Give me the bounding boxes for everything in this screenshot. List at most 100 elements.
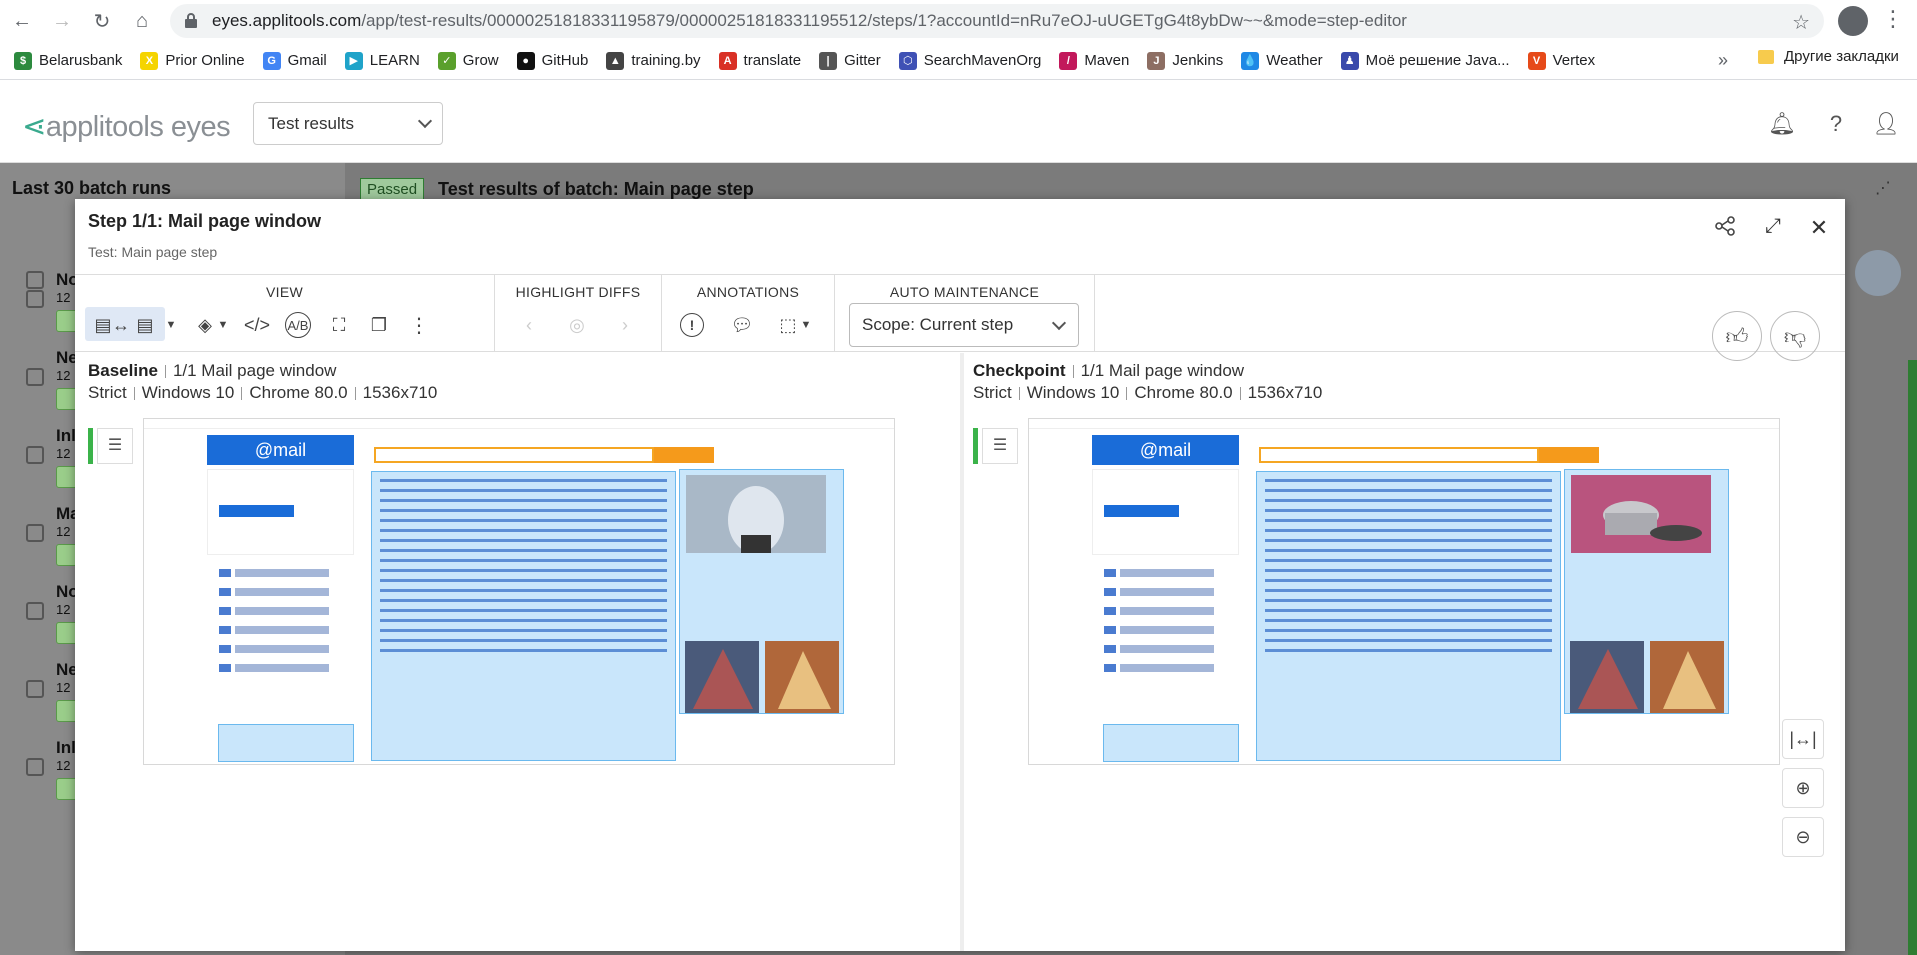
- bookmark-item[interactable]: ⬡ SearchMavenOrg: [898, 51, 1042, 70]
- bookmark-item[interactable]: ✓ Grow: [437, 51, 499, 70]
- mail-logo: @mail: [207, 435, 354, 465]
- more-icon[interactable]: ⋮: [405, 311, 433, 339]
- save-icon[interactable]: [1855, 250, 1901, 296]
- url-path: /app/test-results/00000251818331195879/0…: [361, 11, 1407, 30]
- chevron-down-icon: [1051, 315, 1067, 331]
- bookmark-item[interactable]: ▲ training.by: [606, 51, 701, 70]
- baseline-step-name: 1/1 Mail page window: [172, 361, 337, 380]
- bookmark-label: Gmail: [287, 52, 327, 69]
- baseline-label: Baseline: [88, 361, 158, 380]
- bookmark-item[interactable]: ♟ Моё решение Java...: [1340, 51, 1510, 70]
- browser-menu-icon[interactable]: ⋮: [1882, 6, 1904, 32]
- menu-icon[interactable]: ☰: [97, 428, 133, 464]
- batch-row-date: 12: [56, 290, 71, 305]
- share-icon[interactable]: [1711, 215, 1739, 243]
- bookmark-favicon-icon: J: [1147, 51, 1166, 70]
- match-status-bar: [973, 428, 978, 464]
- ab-compare-icon[interactable]: A/B: [285, 312, 311, 338]
- address-bar[interactable]: eyes.applitools.com/app/test-results/000…: [170, 4, 1824, 38]
- chevron-down-icon: [417, 113, 433, 129]
- next-diff-icon[interactable]: ›: [611, 311, 639, 339]
- crop-icon[interactable]: ⛶: [325, 311, 353, 339]
- batch-row-name[interactable]: Inl: [56, 738, 76, 758]
- region-select-icon[interactable]: ❐: [365, 311, 393, 339]
- batch-row-checkbox[interactable]: [26, 758, 44, 776]
- bookmark-item[interactable]: / Maven: [1059, 51, 1130, 70]
- app-header: ⋖applitools eyes Test results 🔔︎ ? 👤︎: [0, 81, 1917, 163]
- help-icon[interactable]: ?: [1822, 111, 1850, 139]
- batch-row-date: 12: [56, 758, 71, 773]
- applitools-logo[interactable]: ⋖applitools eyes: [22, 109, 231, 144]
- batch-row-checkbox[interactable]: [26, 680, 44, 698]
- logo-mark-icon: ⋖: [22, 111, 46, 143]
- bookmark-item[interactable]: ▶ LEARN: [344, 51, 420, 70]
- batch-row-date: 12: [56, 680, 71, 695]
- dialog-title: Step 1/1: Mail page window: [88, 211, 322, 231]
- bookmark-label: Maven: [1084, 52, 1130, 69]
- scope-select[interactable]: Scope: Current step: [849, 303, 1079, 347]
- batch-row-checkbox[interactable]: [26, 602, 44, 620]
- batch-row-checkbox[interactable]: [26, 524, 44, 542]
- batch-row-date: 12: [56, 446, 71, 461]
- view-dropdown-icon[interactable]: ▼: [163, 311, 179, 339]
- batch-row-checkbox[interactable]: [26, 446, 44, 464]
- bookmark-item[interactable]: V Vertex: [1527, 51, 1595, 70]
- bookmark-label: Belarusbank: [39, 52, 123, 69]
- bookmark-item[interactable]: X Prior Online: [140, 51, 245, 70]
- fit-width-icon[interactable]: |↔|: [1782, 719, 1824, 759]
- baseline-screenshot[interactable]: @mail: [143, 418, 895, 765]
- checkpoint-screenshot[interactable]: @mail: [1028, 418, 1780, 765]
- bookmark-label: SearchMavenOrg: [923, 52, 1042, 69]
- match-level: Strict: [88, 383, 127, 402]
- previous-diff-icon[interactable]: ‹: [515, 311, 543, 339]
- status-strip: [1908, 360, 1917, 955]
- bookmark-star-icon[interactable]: ☆: [1792, 10, 1810, 35]
- expand-icon[interactable]: ⤢: [1759, 215, 1787, 243]
- highlight-diff-icon[interactable]: ◎: [563, 311, 591, 339]
- back-icon[interactable]: ←: [4, 3, 40, 39]
- bookmark-item[interactable]: J Jenkins: [1147, 51, 1223, 70]
- bookmark-item[interactable]: | Gitter: [819, 51, 881, 70]
- bookmark-item[interactable]: $ Belarusbank: [14, 51, 123, 70]
- viewport-size: 1536x710: [362, 383, 438, 402]
- profile-avatar-icon[interactable]: [1838, 6, 1868, 36]
- bell-icon[interactable]: 🔔︎: [1768, 111, 1796, 139]
- bookmark-favicon-icon: ✓: [437, 51, 456, 70]
- bookmark-favicon-icon: A: [718, 51, 737, 70]
- reload-icon[interactable]: ↻: [84, 3, 120, 39]
- zoom-out-icon[interactable]: ⊖: [1782, 817, 1824, 857]
- browser: Chrome 80.0: [249, 383, 348, 402]
- layers-dropdown-icon[interactable]: ▼: [215, 311, 231, 339]
- bookmarks-more-icon[interactable]: »: [1718, 50, 1728, 71]
- home-icon[interactable]: ⌂: [124, 3, 160, 39]
- batch-row-checkbox[interactable]: [26, 368, 44, 386]
- bookmark-label: GitHub: [541, 52, 589, 69]
- batch-row-checkbox[interactable]: [26, 290, 44, 308]
- dialog-subtitle: Test: Main page step: [88, 244, 218, 260]
- forward-icon[interactable]: →: [44, 3, 80, 39]
- other-bookmarks[interactable]: Другие закладки: [1758, 48, 1899, 65]
- code-icon[interactable]: </>: [243, 311, 271, 339]
- viewport-size: 1536x710: [1247, 383, 1323, 402]
- annotation-dropdown-icon[interactable]: ▼: [798, 311, 814, 339]
- user-settings-icon[interactable]: 👤︎: [1872, 111, 1900, 139]
- page-selector[interactable]: Test results: [253, 102, 443, 145]
- bookmark-favicon-icon: ♟: [1340, 51, 1359, 70]
- close-icon[interactable]: ✕: [1805, 215, 1833, 243]
- bookmark-label: Prior Online: [165, 52, 245, 69]
- bookmark-item[interactable]: G Gmail: [262, 51, 327, 70]
- bookmark-item[interactable]: ● GitHub: [516, 51, 589, 70]
- comment-icon[interactable]: 💬︎: [728, 311, 756, 339]
- batch-row-name[interactable]: Inl: [56, 426, 76, 446]
- batch-row-date: 12: [56, 602, 71, 617]
- status-badge: Passed: [360, 178, 425, 201]
- bookmark-item[interactable]: Atranslate: [718, 51, 801, 70]
- menu-icon[interactable]: ☰: [982, 428, 1018, 464]
- step-toolbar: VIEW ▤ ↔ ▤ ▼ ◈ ▼ </> A/B ⛶ ❐ ⋮ HIGHLIGHT…: [75, 274, 1845, 361]
- select-all-checkbox[interactable]: [26, 271, 44, 289]
- issue-icon[interactable]: !: [680, 313, 704, 337]
- bookmark-favicon-icon: 💧: [1241, 51, 1260, 70]
- zoom-in-icon[interactable]: ⊕: [1782, 768, 1824, 808]
- share-icon[interactable]: ⋰: [1875, 178, 1895, 198]
- bookmark-item[interactable]: 💧 Weather: [1241, 51, 1323, 70]
